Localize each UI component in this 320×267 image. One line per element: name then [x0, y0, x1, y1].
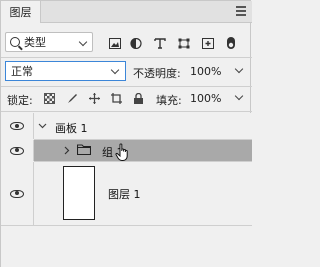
- blend-mode-select[interactable]: 正常: [5, 61, 126, 81]
- layer-name: 画板 1: [55, 122, 88, 135]
- filter-kind-select[interactable]: 类型: [5, 32, 93, 52]
- fill-value: 100%: [190, 91, 222, 105]
- filter-kind-label: 类型: [24, 36, 46, 49]
- image-filter-icon[interactable]: [109, 38, 121, 49]
- lock-transparent-icon[interactable]: [44, 93, 55, 104]
- divider: [1, 57, 252, 58]
- opacity-value: 100%: [190, 64, 222, 78]
- lock-paint-icon[interactable]: [67, 93, 78, 104]
- eye-icon: [10, 189, 24, 198]
- search-icon: [10, 37, 20, 47]
- chevron-down-icon: [110, 65, 120, 75]
- fill-field[interactable]: 100%: [187, 89, 245, 107]
- filter-row: 类型: [1, 30, 252, 56]
- lock-artboard-icon[interactable]: [111, 93, 122, 104]
- chevron-down-icon: [234, 91, 244, 101]
- smart-object-filter-icon[interactable]: [202, 38, 214, 49]
- panel-tab-bar: 图层: [1, 1, 252, 23]
- eye-icon: [10, 146, 24, 155]
- tab-layers-label: 图层: [9, 6, 32, 19]
- lock-position-icon[interactable]: [89, 93, 100, 104]
- visibility-toggle[interactable]: [1, 140, 34, 161]
- blend-mode-value: 正常: [11, 65, 33, 78]
- divider: [1, 225, 252, 226]
- layers-panel: 图层 类型 正常 不透明度: 100% 锁定: 填充: 100% 画板 1 组 …: [0, 0, 252, 267]
- chevron-down-icon: [78, 37, 88, 47]
- fill-label: 填充:: [156, 94, 182, 107]
- chevron-right-icon[interactable]: [64, 146, 70, 155]
- lock-all-icon[interactable]: [134, 93, 143, 104]
- adjustment-filter-icon[interactable]: [130, 38, 142, 49]
- visibility-toggle[interactable]: [1, 162, 34, 225]
- layer-thumbnail: [63, 166, 95, 220]
- eye-icon: [10, 122, 24, 130]
- tab-layers[interactable]: 图层: [1, 1, 41, 23]
- divider: [1, 86, 252, 87]
- opacity-label: 不透明度:: [133, 67, 181, 80]
- layer-name: 图层 1: [108, 188, 141, 201]
- shape-filter-icon[interactable]: [178, 38, 190, 49]
- chevron-down-icon[interactable]: [38, 121, 47, 130]
- text-filter-icon[interactable]: [154, 38, 166, 49]
- panel-menu-icon[interactable]: [236, 6, 246, 18]
- opacity-field[interactable]: 100%: [187, 62, 245, 80]
- divider: [1, 111, 252, 112]
- visibility-toggle[interactable]: [1, 113, 34, 139]
- folder-icon: [77, 144, 91, 155]
- layers-list: 画板 1 组 1 图层 1: [1, 113, 252, 267]
- hand-cursor-icon: [115, 143, 128, 161]
- layer-row-artboard[interactable]: 画板 1: [1, 113, 252, 139]
- layer-row-layer[interactable]: 图层 1: [1, 162, 252, 225]
- chevron-down-icon: [234, 64, 244, 74]
- filter-toggle-icon[interactable]: [227, 37, 235, 49]
- lock-label: 锁定:: [7, 94, 33, 107]
